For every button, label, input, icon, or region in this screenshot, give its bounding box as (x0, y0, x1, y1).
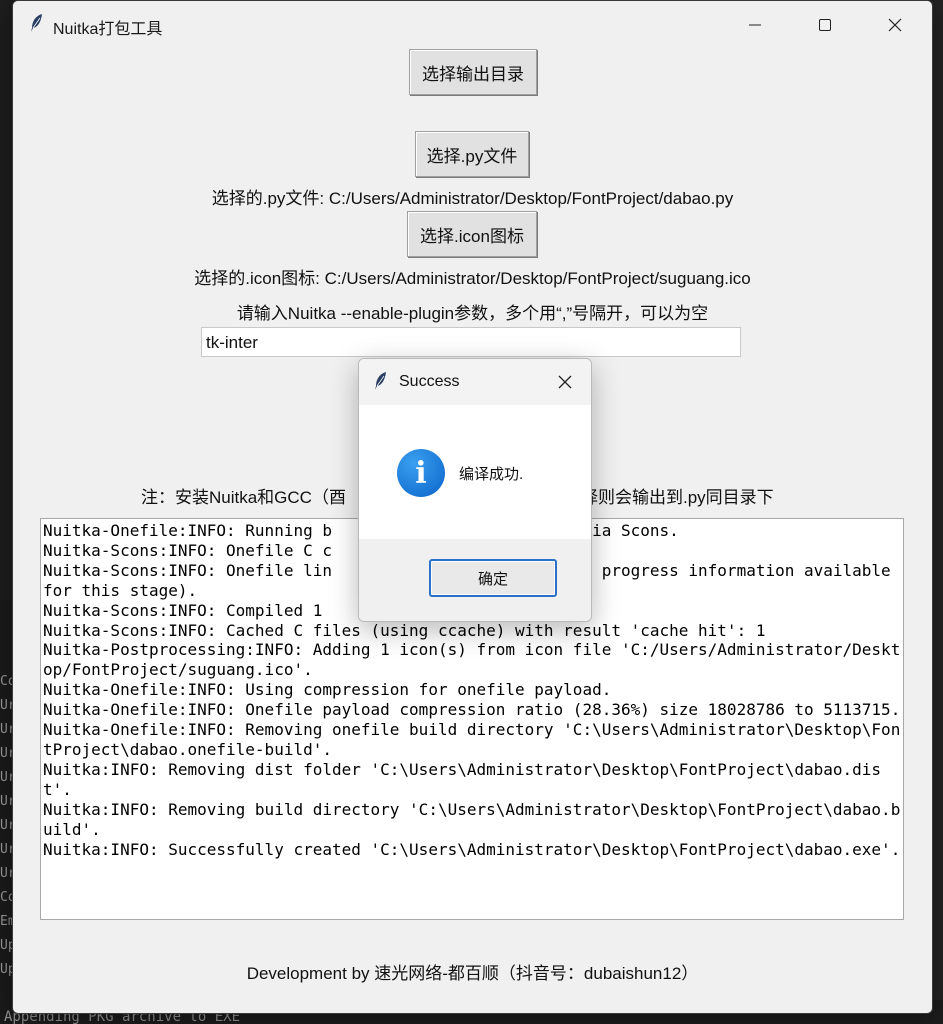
log-line: Nuitka-Scons:INFO: Cached C files (using… (43, 620, 766, 640)
feather-icon (29, 13, 45, 38)
close-icon (888, 18, 902, 32)
log-line: Nuitka:INFO: Removing build directory 'C… (43, 799, 901, 839)
plugin-input[interactable]: tk-inter (201, 327, 741, 357)
maximize-icon (819, 19, 831, 31)
feather-icon (373, 371, 389, 396)
footer-credit: Development by 速光网络-都百顺（抖音号：dubaishun12） (246, 964, 699, 983)
title-bar[interactable]: Nuitka打包工具 (13, 1, 932, 47)
log-line: Nuitka:INFO: Successfully created 'C:\Us… (43, 839, 901, 859)
dialog-title: Success (399, 373, 460, 390)
success-dialog: Success i 编译成功. 确定 (358, 358, 592, 622)
dialog-close-button[interactable] (551, 369, 579, 395)
minimize-button[interactable] (733, 9, 777, 41)
log-line: Nuitka:INFO: Removing dist folder 'C:\Us… (43, 759, 882, 799)
close-icon (558, 375, 572, 389)
window-title: Nuitka打包工具 (53, 21, 163, 38)
selected-py-label: 选择的.py文件: C:/Users/Administrator/Desktop… (211, 189, 734, 208)
select-py-button[interactable]: 选择.py文件 (415, 131, 529, 177)
select-icon-button[interactable]: 选择.icon图标 (407, 211, 537, 257)
close-button[interactable] (873, 9, 917, 41)
info-icon: i (397, 449, 445, 497)
plugin-prompt-label: 请输入Nuitka --enable-plugin参数，多个用“,”号隔开，可以… (236, 304, 709, 323)
log-line: Nuitka-Onefile:INFO: Onefile payload com… (43, 700, 901, 720)
log-line: Nuitka-Postprocessing:INFO: Adding 1 ico… (43, 640, 901, 680)
dialog-message: 编译成功. (459, 466, 524, 483)
dialog-body: i 编译成功. (359, 405, 591, 539)
log-line: Nuitka-Onefile:INFO: Using compression f… (43, 680, 612, 700)
ok-button[interactable]: 确定 (429, 559, 557, 597)
note-label-right: 择则会输出到.py同目录下 (581, 488, 774, 507)
note-label-left: 注：安装Nuitka和GCC（酉 (141, 488, 346, 507)
dialog-footer: 确定 (359, 539, 591, 621)
minimize-icon (749, 24, 761, 26)
log-line: Nuitka-Onefile:INFO: Removing onefile bu… (43, 720, 901, 759)
dialog-title-bar[interactable]: Success (359, 359, 591, 405)
select-output-dir-button[interactable]: 选择输出目录 (409, 49, 537, 95)
selected-icon-label: 选择的.icon图标: C:/Users/Administrator/Deskt… (194, 269, 751, 288)
maximize-button[interactable] (803, 9, 847, 41)
